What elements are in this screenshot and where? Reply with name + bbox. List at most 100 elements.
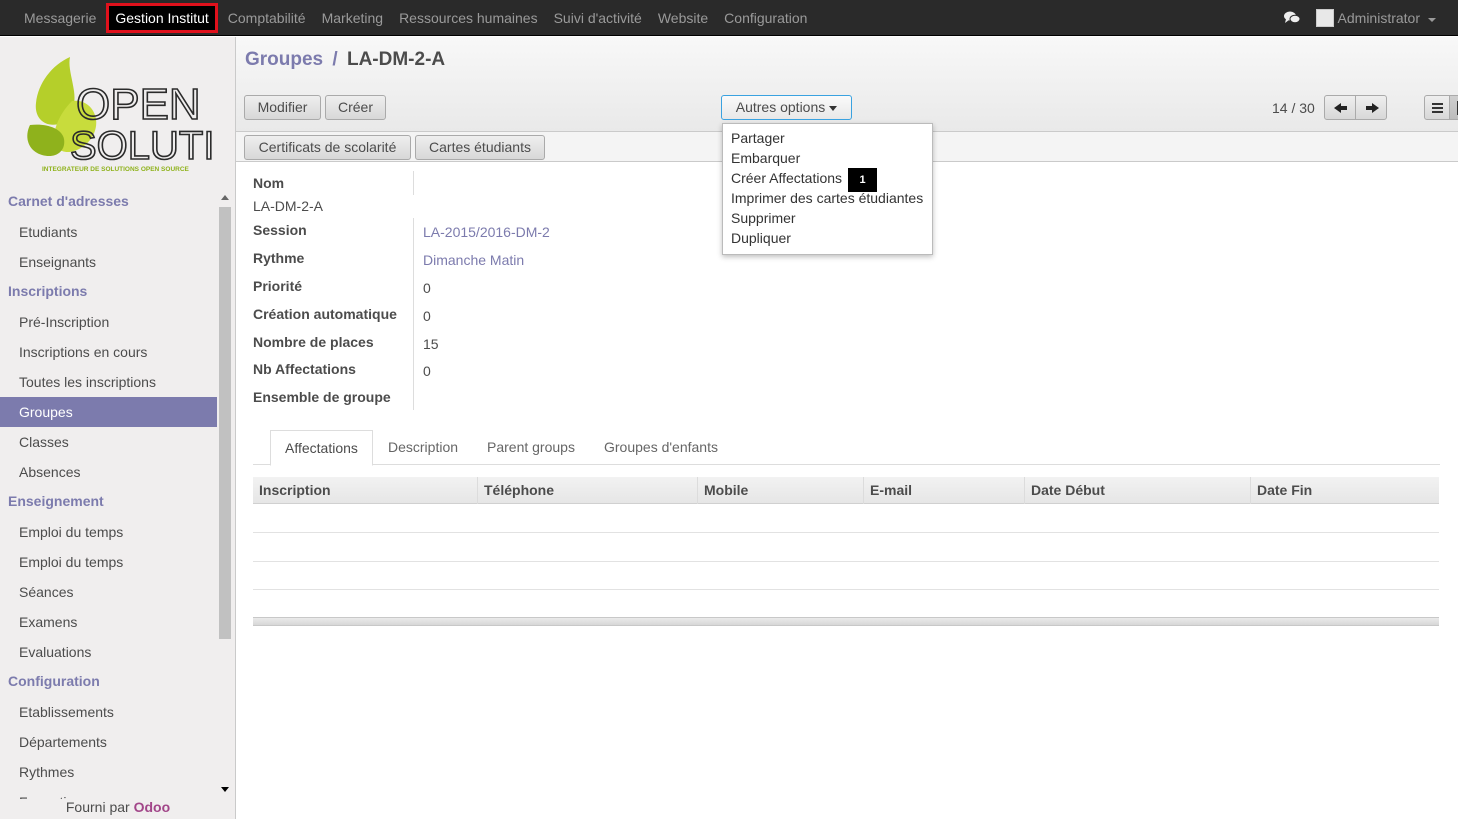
avatar	[1315, 9, 1334, 27]
top-navbar: Messagerie Gestion Institut Comptabilité…	[0, 0, 1458, 36]
breadcrumb-groupes[interactable]: Groupes	[245, 49, 323, 70]
column-date-debut[interactable]: Date Début	[1024, 477, 1250, 504]
sidebar-item-departements[interactable]: Départements	[0, 727, 217, 757]
topmenu-gestion-institut[interactable]: Gestion Institut	[106, 3, 218, 33]
modifier-button[interactable]: Modifier	[244, 95, 321, 120]
tab-groupes-enfants[interactable]: Groupes d'enfants	[590, 430, 732, 465]
nom-value: LA-DM-2-A	[253, 198, 324, 214]
table-row	[253, 532, 1439, 533]
sidebar-menu: Carnet d'adresses Etudiants Enseignants …	[0, 187, 217, 799]
breadcrumb: Groupes / LA-DM-2-A	[245, 49, 445, 71]
menu-item-dupliquer[interactable]: Dupliquer	[723, 228, 932, 248]
table-footer	[253, 617, 1439, 626]
tab-parent-groups[interactable]: Parent groups	[473, 430, 589, 465]
sidebar-item-etudiants[interactable]: Etudiants	[0, 217, 217, 247]
scroll-up-icon[interactable]	[221, 195, 229, 200]
topmenu-messagerie[interactable]: Messagerie	[16, 0, 104, 36]
session-link[interactable]: LA-2015/2016-DM-2	[423, 224, 550, 240]
ensemble-groupe-label: Ensemble de groupe	[253, 389, 391, 405]
list-view-button[interactable]	[1424, 95, 1450, 120]
topmenu-suivi-activite[interactable]: Suivi d'activité	[546, 0, 650, 36]
user-menu[interactable]: Administrator	[1315, 9, 1436, 27]
list-icon	[1432, 103, 1443, 105]
certificats-scolarite-button[interactable]: Certificats de scolarité	[244, 135, 411, 160]
nombre-places-value: 15	[423, 336, 439, 352]
topmenu-marketing[interactable]: Marketing	[314, 0, 391, 36]
chevron-down-icon	[1428, 17, 1436, 22]
sidebar-item-enseignants[interactable]: Enseignants	[0, 247, 217, 277]
creer-button[interactable]: Créer	[325, 95, 386, 120]
column-email[interactable]: E-mail	[863, 477, 1024, 504]
logo-solutis-text: SOLUTIS	[70, 124, 212, 168]
sidebar-item-rythmes[interactable]: Rythmes	[0, 757, 217, 787]
field-separator	[413, 218, 414, 410]
control-panel: Groupes / LA-DM-2-A Modifier Créer Autre…	[236, 37, 1458, 132]
topmenu-ressources-humaines[interactable]: Ressources humaines	[391, 0, 546, 36]
nombre-places-label: Nombre de places	[253, 334, 374, 350]
cartes-etudiants-button[interactable]: Cartes étudiants	[415, 135, 545, 160]
sidebar-item-inscriptions-en-cours[interactable]: Inscriptions en cours	[0, 337, 217, 367]
creation-automatique-label: Création automatique	[253, 306, 397, 322]
nb-affectations-label: Nb Affectations	[253, 361, 356, 377]
sidebar-item-etablissements[interactable]: Etablissements	[0, 697, 217, 727]
scrollbar-thumb[interactable]	[219, 207, 231, 639]
breadcrumb-separator: /	[332, 49, 338, 70]
topmenu-comptabilite[interactable]: Comptabilité	[220, 0, 314, 36]
pager-counter: 14 / 30	[1272, 100, 1315, 116]
form-view-button[interactable]	[1449, 95, 1458, 120]
logo-open-text: OPEN	[76, 80, 201, 129]
arrow-right-icon	[1366, 103, 1379, 113]
tab-affectations[interactable]: Affectations	[270, 430, 373, 466]
sidebar-item-toutes-inscriptions[interactable]: Toutes les inscriptions	[0, 367, 217, 397]
chat-bubbles-icon[interactable]	[1283, 11, 1301, 25]
menu-item-imprimer-cartes[interactable]: Imprimer des cartes étudiantes	[723, 188, 932, 208]
rythme-link[interactable]: Dimanche Matin	[423, 252, 524, 268]
sidebar-section-configuration[interactable]: Configuration	[0, 667, 217, 697]
column-inscription[interactable]: Inscription	[253, 477, 477, 504]
sidebar-item-seances[interactable]: Séances	[0, 577, 217, 607]
sidebar-item-examens[interactable]: Examens	[0, 607, 217, 637]
column-date-fin[interactable]: Date Fin	[1250, 477, 1439, 504]
nom-label: Nom	[253, 175, 285, 191]
menu-item-creer-affectations[interactable]: Créer Affectations	[723, 168, 932, 188]
open-solutis-logo[interactable]: OPEN SOLUTIS INTEGRATEUR DE SOLUTIONS OP…	[22, 55, 242, 173]
tab-description[interactable]: Description	[374, 430, 472, 465]
user-name: Administrator	[1337, 10, 1420, 26]
sidebar-item-evaluations[interactable]: Evaluations	[0, 637, 217, 667]
odoo-link[interactable]: Odoo	[134, 799, 171, 815]
field-separator	[413, 171, 414, 195]
autres-options-button[interactable]: Autres options	[721, 95, 852, 120]
topmenu-website[interactable]: Website	[650, 0, 716, 36]
sidebar-item-pre-inscription[interactable]: Pré-Inscription	[0, 307, 217, 337]
rythme-label: Rythme	[253, 250, 305, 266]
column-telephone[interactable]: Téléphone	[477, 477, 697, 504]
sidebar-footer: Fourni par Odoo	[0, 799, 236, 815]
pager-next-button[interactable]	[1355, 95, 1387, 120]
autres-options-label: Autres options	[735, 99, 826, 115]
menu-item-embarquer[interactable]: Embarquer	[723, 148, 932, 168]
autres-options-dropdown: Partager Embarquer Créer Affectations Im…	[722, 123, 933, 255]
menu-item-partager[interactable]: Partager	[723, 128, 932, 148]
sidebar-scrollbar[interactable]	[218, 193, 232, 797]
sidebar: OPEN SOLUTIS INTEGRATEUR DE SOLUTIONS OP…	[0, 37, 242, 819]
sidebar-section-enseignement[interactable]: Enseignement	[0, 487, 217, 517]
topmenu-configuration[interactable]: Configuration	[716, 0, 815, 36]
sidebar-section-carnet[interactable]: Carnet d'adresses	[0, 187, 217, 217]
top-menu: Messagerie Gestion Institut Comptabilité…	[16, 0, 815, 36]
menu-item-supprimer[interactable]: Supprimer	[723, 208, 932, 228]
sidebar-item-classes[interactable]: Classes	[0, 427, 217, 457]
scroll-down-icon[interactable]	[221, 787, 229, 792]
column-mobile[interactable]: Mobile	[697, 477, 863, 504]
footer-prefix: Fourni par	[65, 799, 130, 815]
notebook-tabs: Affectations Description Parent groups G…	[253, 430, 1440, 466]
caret-down-icon	[829, 105, 838, 111]
sidebar-item-emploi-du-temps[interactable]: Emploi du temps	[0, 517, 217, 547]
logo-tagline: INTEGRATEUR DE SOLUTIONS OPEN SOURCE	[42, 166, 190, 173]
sidebar-item-emploi-du-temps-2[interactable]: Emploi du temps	[0, 547, 217, 577]
sidebar-item-absences[interactable]: Absences	[0, 457, 217, 487]
sidebar-section-inscriptions[interactable]: Inscriptions	[0, 277, 217, 307]
sidebar-item-groupes[interactable]: Groupes	[0, 397, 217, 427]
pager-previous-button[interactable]	[1324, 95, 1356, 120]
sidebar-item-formations[interactable]: Formations	[0, 787, 217, 799]
priorite-label: Priorité	[253, 278, 303, 294]
